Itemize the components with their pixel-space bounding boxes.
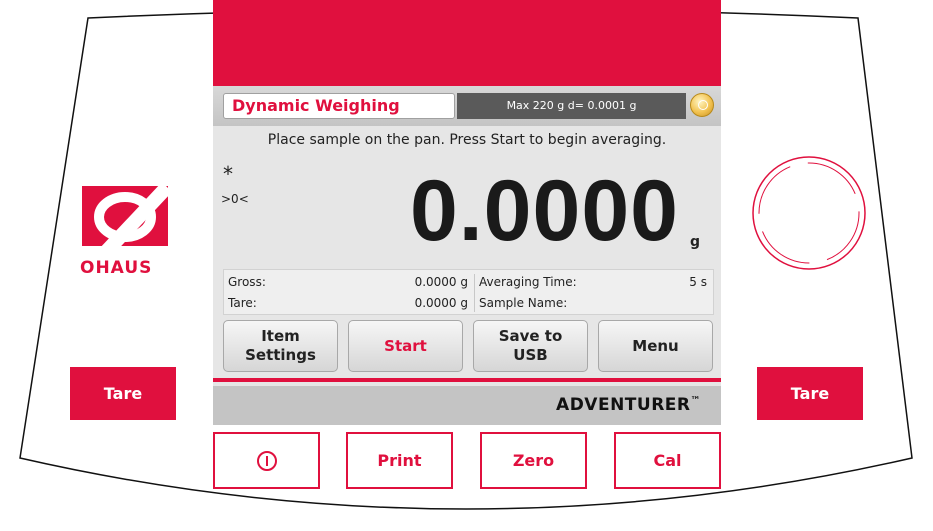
capacity-info: Max 220 g d= 0.0001 g xyxy=(457,93,686,119)
item-settings-button[interactable]: Item Settings xyxy=(223,320,338,372)
power-icon xyxy=(256,450,277,471)
instruction-text: Place sample on the pan. Press Start to … xyxy=(267,132,667,148)
gross-label: Gross: xyxy=(228,275,266,289)
title-bar: Dynamic Weighing Max 220 g d= 0.0001 g xyxy=(213,86,721,126)
weight-reading: 0.0000 xyxy=(409,163,679,259)
averaging-time-value: 5 s xyxy=(689,275,707,289)
center-zero-indicator: >0< xyxy=(221,192,249,206)
save-line2: USB xyxy=(513,346,548,364)
zero-button[interactable]: Zero xyxy=(480,432,587,489)
screen-red-divider xyxy=(213,378,721,382)
item-settings-line2: Settings xyxy=(245,346,316,364)
ohaus-logo-text: OHAUS xyxy=(80,258,153,278)
tare-value: 0.0000 g xyxy=(414,296,468,310)
tare-button-right[interactable]: Tare xyxy=(757,367,863,420)
save-to-usb-button[interactable]: Save to USB xyxy=(473,320,588,372)
item-settings-line1: Item xyxy=(261,327,300,345)
brand-text: ADVENTURER xyxy=(556,395,691,415)
brand-trademark: ™ xyxy=(690,395,701,407)
info-divider xyxy=(474,274,475,312)
brand-name: ADVENTURER™ xyxy=(556,395,701,415)
application-title[interactable]: Dynamic Weighing xyxy=(223,93,455,119)
print-button[interactable]: Print xyxy=(346,432,453,489)
start-button[interactable]: Start xyxy=(348,320,463,372)
tare-label: Tare: xyxy=(228,296,257,310)
power-button[interactable] xyxy=(213,432,320,489)
stability-indicator: * xyxy=(223,162,233,186)
tare-button-left[interactable]: Tare xyxy=(70,367,176,420)
sample-name-label: Sample Name: xyxy=(479,296,568,310)
brand-bar: ADVENTURER™ xyxy=(213,386,721,425)
ohaus-logo-icon xyxy=(82,186,170,246)
level-bubble-icon[interactable] xyxy=(690,93,714,117)
cal-button[interactable]: Cal xyxy=(614,432,721,489)
gross-value: 0.0000 g xyxy=(414,275,468,289)
menu-button[interactable]: Menu xyxy=(598,320,713,372)
display-screen: Dynamic Weighing Max 220 g d= 0.0001 g P… xyxy=(213,86,721,425)
weight-unit: g xyxy=(690,234,701,250)
top-red-band xyxy=(213,0,721,90)
info-panel: Gross: 0.0000 g Tare: 0.0000 g Averaging… xyxy=(223,269,714,315)
save-line1: Save to xyxy=(498,327,563,345)
averaging-time-label: Averaging Time: xyxy=(479,275,577,289)
